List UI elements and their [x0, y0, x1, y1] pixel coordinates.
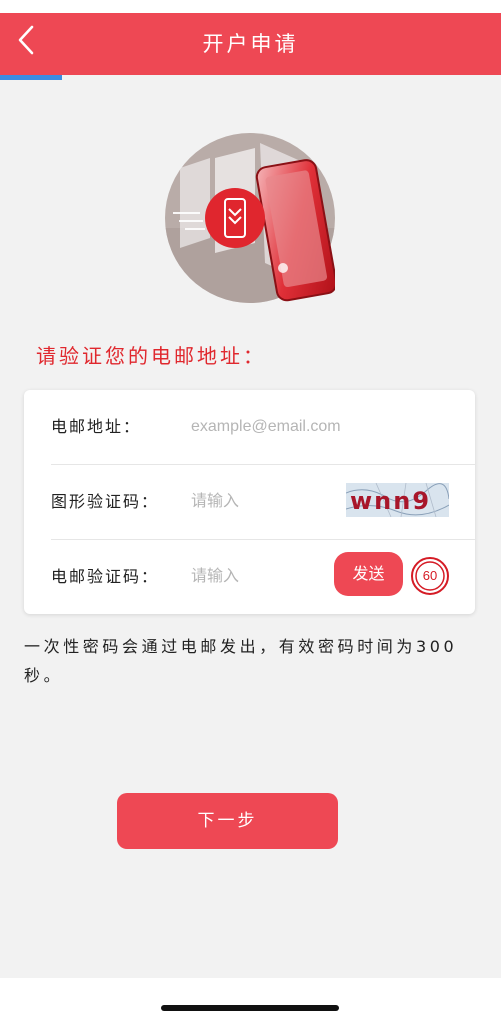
- otp-note: 一次性密码会通过电邮发出，有效密码时间为300秒。: [24, 637, 458, 685]
- countdown-value: 60: [422, 568, 438, 583]
- send-code-button[interactable]: 发送: [334, 552, 403, 596]
- bottom-bar: [0, 978, 501, 1024]
- email-code-label: 电邮验证码：: [51, 567, 160, 586]
- email-row: 电邮地址： example@email.com: [24, 390, 475, 464]
- progress-bar: [0, 75, 62, 80]
- email-code-input[interactable]: 请输入: [191, 540, 239, 614]
- nav-bar: 开户申请: [0, 13, 501, 75]
- captcha-image[interactable]: wnn9: [346, 483, 449, 517]
- captcha-label: 图形验证码：: [51, 492, 160, 511]
- next-step-button[interactable]: 下一步: [117, 793, 338, 849]
- email-verify-illustration: [165, 133, 335, 303]
- email-input[interactable]: example@email.com: [191, 390, 341, 464]
- email-code-row: 电邮验证码： 请输入 发送 60: [24, 540, 475, 614]
- captcha-text: wnn9: [350, 487, 431, 515]
- captcha-input[interactable]: 请输入: [191, 465, 239, 539]
- verify-prompt: 请验证您的电邮地址：: [36, 344, 266, 368]
- status-bar: [0, 0, 501, 13]
- verification-form: 电邮地址： example@email.com 图形验证码： 请输入 wnn9 …: [24, 390, 475, 614]
- home-indicator[interactable]: [161, 1005, 339, 1011]
- captcha-row: 图形验证码： 请输入 wnn9: [24, 465, 475, 539]
- email-label: 电邮地址：: [51, 417, 142, 436]
- page-title: 开户申请: [202, 32, 299, 56]
